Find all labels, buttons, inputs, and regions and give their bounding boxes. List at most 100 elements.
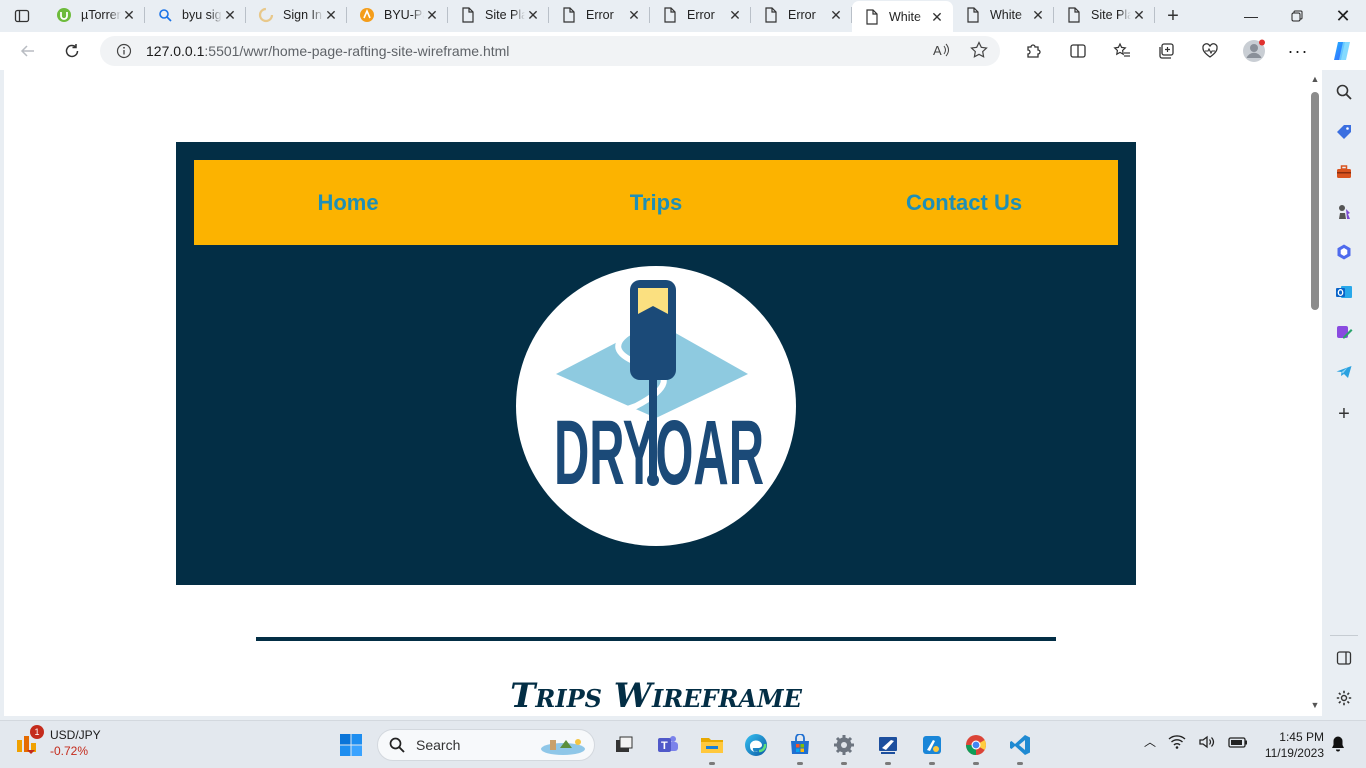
- page-icon: [1066, 7, 1082, 23]
- star-favorite-icon[interactable]: [970, 41, 988, 59]
- info-icon[interactable]: [116, 43, 132, 59]
- nav-link-home[interactable]: Home: [194, 160, 502, 245]
- collections-button[interactable]: [1144, 35, 1188, 67]
- favorites-button[interactable]: [1100, 35, 1144, 67]
- page-scrollbar[interactable]: ▲ ▼: [1308, 70, 1322, 716]
- scroll-thumb[interactable]: [1311, 92, 1319, 310]
- taskbar-teams[interactable]: T: [646, 727, 690, 763]
- taskbar-store[interactable]: [778, 727, 822, 765]
- extensions-button[interactable]: [1012, 35, 1056, 67]
- sidebar-hide-button[interactable]: [1334, 648, 1354, 668]
- scroll-up-arrow[interactable]: ▲: [1310, 74, 1320, 86]
- close-tab-icon[interactable]: ✕: [121, 7, 137, 23]
- toolbox-icon: [1337, 165, 1351, 178]
- browser-tab[interactable]: Error ✕: [549, 0, 650, 31]
- taskbar-file-explorer[interactable]: [690, 727, 734, 765]
- close-tab-icon[interactable]: ✕: [626, 7, 642, 23]
- browser-tab[interactable]: Site Pla ✕: [1054, 0, 1155, 31]
- copilot-button[interactable]: [1320, 35, 1364, 67]
- browser-tab[interactable]: White ✕: [953, 0, 1054, 31]
- back-button[interactable]: [8, 35, 48, 67]
- close-tab-icon[interactable]: ✕: [828, 7, 844, 23]
- browser-tab[interactable]: Sign In ✕: [246, 0, 347, 31]
- taskbar-edge[interactable]: [734, 727, 778, 763]
- minimize-button[interactable]: —: [1228, 0, 1274, 32]
- browser-essentials-button[interactable]: [1188, 35, 1232, 67]
- battery-icon[interactable]: [1228, 735, 1248, 749]
- wifi-icon[interactable]: [1168, 734, 1186, 750]
- sidebar-outlook-button[interactable]: [1334, 282, 1354, 302]
- new-tab-button[interactable]: +: [1155, 0, 1191, 32]
- sidebar-designer-button[interactable]: [1334, 322, 1354, 342]
- close-tab-icon[interactable]: ✕: [424, 7, 440, 23]
- start-button[interactable]: [339, 733, 363, 757]
- clock-time: 1:45 PM: [1279, 730, 1324, 744]
- restore-button[interactable]: [1274, 0, 1320, 32]
- browser-tab[interactable]: Error ✕: [751, 0, 852, 31]
- browser-tab[interactable]: µTorrent✕: [44, 0, 145, 31]
- address-bar[interactable]: 127.0.0.1:5501/wwr/home-page-rafting-sit…: [100, 36, 1000, 66]
- page-icon: [460, 7, 476, 23]
- sidebar-office-button[interactable]: [1334, 242, 1354, 262]
- scroll-down-arrow[interactable]: ▼: [1310, 700, 1320, 712]
- tab-actions-button[interactable]: [0, 0, 44, 32]
- settings-more-button[interactable]: ···: [1276, 35, 1320, 67]
- close-tab-icon[interactable]: ✕: [525, 7, 541, 23]
- sidebar-add-button[interactable]: +: [1334, 402, 1354, 425]
- avatar-icon: [1243, 39, 1265, 62]
- sidebar-shopping-button[interactable]: [1334, 122, 1354, 142]
- refresh-button[interactable]: [52, 35, 92, 67]
- browser-tab[interactable]: Error ✕: [650, 0, 751, 31]
- read-aloud-icon[interactable]: A: [932, 41, 950, 59]
- taskbar-chrome[interactable]: [954, 727, 998, 765]
- sidebar-search-button[interactable]: [1334, 82, 1354, 102]
- chevron-up-icon[interactable]: ︿: [1144, 733, 1156, 750]
- search-icon: [157, 7, 173, 23]
- bell-icon[interactable]: [1330, 735, 1346, 753]
- market-widget[interactable]: 1 USD/JPY -0.72%: [14, 725, 101, 759]
- browser-tab[interactable]: White ✕: [852, 1, 953, 33]
- close-icon: ✕: [1335, 5, 1351, 26]
- sidebar-telegram-button[interactable]: [1334, 362, 1354, 382]
- url-text[interactable]: 127.0.0.1:5501/wwr/home-page-rafting-sit…: [146, 43, 509, 59]
- plus-icon: +: [1338, 402, 1350, 425]
- browser-tab[interactable]: BYU-Pa✕: [347, 0, 448, 31]
- gear-icon: [834, 735, 854, 755]
- paper-plane-icon: [1336, 366, 1352, 378]
- tab-title: Sign In: [283, 8, 322, 22]
- taskbar-task-view[interactable]: [602, 727, 646, 763]
- page-icon: [965, 7, 981, 23]
- close-tab-icon[interactable]: ✕: [323, 7, 339, 23]
- tab-title: Site Pla: [1091, 8, 1131, 22]
- sidebar-settings-button[interactable]: [1334, 688, 1354, 708]
- volume-icon[interactable]: [1198, 734, 1216, 750]
- search-icon: [1336, 84, 1352, 100]
- split-screen-button[interactable]: [1056, 35, 1100, 67]
- svg-text:A: A: [933, 43, 942, 58]
- microsoft-365-icon: [1337, 244, 1351, 260]
- close-tab-icon[interactable]: ✕: [1030, 7, 1046, 23]
- taskbar-vscode[interactable]: [998, 727, 1042, 765]
- close-tab-icon[interactable]: ✕: [929, 9, 945, 25]
- taskbar-search[interactable]: Search: [377, 729, 595, 761]
- taskbar-snipping-tool[interactable]: [866, 727, 910, 765]
- tab-actions-icon: [14, 9, 30, 23]
- close-tab-icon[interactable]: ✕: [222, 7, 238, 23]
- browser-tab[interactable]: Site Pla ✕: [448, 0, 549, 31]
- sidebar-tools-button[interactable]: [1334, 162, 1354, 182]
- taskbar-settings[interactable]: [822, 727, 866, 765]
- clock[interactable]: 1:45 PM 11/19/2023: [1254, 729, 1324, 761]
- close-tab-icon[interactable]: ✕: [727, 7, 743, 23]
- nav-link-contact[interactable]: Contact Us: [810, 160, 1118, 245]
- nav-link-trips[interactable]: Trips: [502, 160, 810, 245]
- taskbar-paint[interactable]: [910, 727, 954, 765]
- snipping-icon: [879, 737, 897, 754]
- loading-icon: [258, 7, 274, 23]
- sidebar-games-button[interactable]: [1334, 202, 1354, 222]
- copilot-icon: [1334, 42, 1350, 60]
- browser-tab[interactable]: byu sign✕: [145, 0, 246, 31]
- close-window-button[interactable]: ✕: [1320, 0, 1366, 32]
- close-tab-icon[interactable]: ✕: [1131, 7, 1147, 23]
- system-tray: ︿: [1144, 733, 1248, 750]
- profile-button[interactable]: [1232, 35, 1276, 67]
